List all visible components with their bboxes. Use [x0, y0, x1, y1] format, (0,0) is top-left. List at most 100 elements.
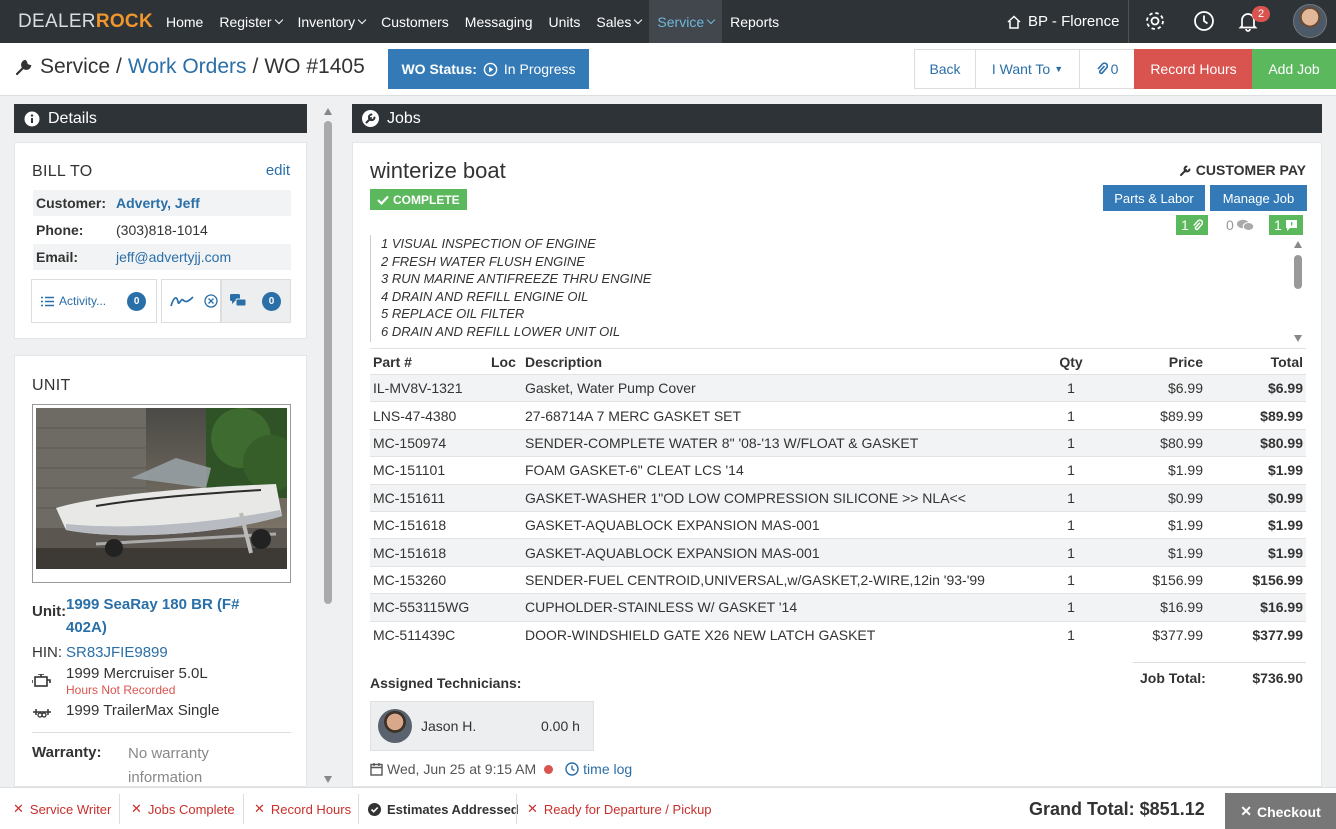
cell-part: MC-553115WG [370, 593, 488, 622]
record-hours-label: Record Hours [270, 801, 352, 817]
breadcrumb-work-orders-link[interactable]: Work Orders [128, 55, 247, 79]
nav-item-inventory[interactable]: Inventory [290, 0, 374, 43]
user-avatar[interactable] [1293, 4, 1327, 38]
checkout-button[interactable]: ✕ Checkout [1225, 793, 1336, 829]
location-selector[interactable]: BP - Florence [1006, 0, 1119, 43]
nav-item-register[interactable]: Register [211, 0, 289, 43]
edit-bill-to-link[interactable]: edit [266, 162, 290, 179]
cell-price: $377.99 [1101, 620, 1206, 649]
ready-for-departure-check[interactable]: ✕ Ready for Departure / Pickup [527, 788, 712, 829]
cell-price: $0.99 [1101, 483, 1206, 512]
cell-desc: FOAM GASKET-6" CLEAT LCS '14 [522, 456, 1041, 485]
unit-card: UNIT Unit: 1999 SeaRay 180 BR (F# 402A) … [14, 355, 307, 787]
estimates-addressed-check[interactable]: Estimates Addressed [368, 788, 519, 829]
dealerrock-logo[interactable]: DEALERROCK [0, 11, 158, 33]
jobs-complete-label: Jobs Complete [147, 801, 235, 817]
cell-total: $1.99 [1206, 456, 1306, 485]
estimates-addressed-label: Estimates Addressed [387, 801, 519, 817]
cell-desc: Gasket, Water Pump Cover [522, 373, 1041, 402]
gear-icon[interactable] [1143, 9, 1167, 33]
i-want-to-dropdown[interactable]: I Want To ▼ [975, 49, 1080, 89]
nav-item-service[interactable]: Service [649, 0, 723, 43]
notes-scroll-thumb[interactable] [1294, 255, 1302, 289]
cell-price: $6.99 [1101, 373, 1206, 402]
table-row[interactable]: MC-150974 SENDER-COMPLETE WATER 8" '08-'1… [370, 428, 1306, 457]
wo-status-button[interactable]: WO Status: In Progress [388, 49, 589, 89]
activity-button[interactable]: Activity... 0 [31, 279, 157, 323]
cell-qty: 1 [1041, 565, 1101, 594]
status-dot [544, 764, 554, 774]
technician-card[interactable]: Jason H. 0.00 h [370, 701, 594, 751]
record-hours-check[interactable]: ✕ Record Hours [254, 788, 351, 829]
nav-item-messaging[interactable]: Messaging [457, 0, 541, 43]
add-job-button[interactable]: Add Job [1252, 49, 1336, 89]
clock-icon [565, 762, 579, 776]
x-icon: ✕ [131, 801, 142, 816]
email-link[interactable]: jeff@advertyjj.com [116, 249, 231, 265]
table-row[interactable]: MC-511439C DOOR-WINDSHIELD GATE X26 NEW L… [370, 620, 1306, 649]
messages-button[interactable]: 0 [221, 279, 291, 323]
cell-price: $156.99 [1101, 565, 1206, 594]
jobs-complete-check[interactable]: ✕ Jobs Complete [131, 788, 235, 829]
left-scrollbar[interactable] [322, 104, 334, 787]
table-row[interactable]: MC-151101 FOAM GASKET-6" CLEAT LCS '14 1 $1… [370, 456, 1306, 485]
message-icon [1285, 219, 1298, 232]
job-messages-badge[interactable]: 1 [1269, 215, 1303, 235]
table-row[interactable]: MC-151618 GASKET-AQUABLOCK EXPANSION MAS-… [370, 510, 1306, 539]
cell-price: $80.99 [1101, 428, 1206, 457]
scroll-up-icon[interactable] [1294, 241, 1302, 248]
record-hours-button[interactable]: Record Hours [1134, 49, 1253, 89]
unit-photo[interactable] [32, 404, 291, 583]
breadcrumb-current-wo: WO #1405 [264, 55, 365, 78]
cell-total: $16.99 [1206, 593, 1306, 622]
manage-job-button[interactable]: Manage Job [1210, 185, 1307, 211]
chevron-down-icon [274, 15, 283, 24]
table-row[interactable]: IL-MV8V-1321 Gasket, Water Pump Cover 1 $6.… [370, 373, 1306, 402]
pay-type: CUSTOMER PAY [1179, 162, 1306, 178]
warranty-label: Warranty: [32, 744, 102, 761]
scroll-down-icon[interactable] [1294, 335, 1302, 342]
top-nav: DEALERROCK Home Register Inventory Customer… [0, 0, 1336, 43]
table-row[interactable]: MC-151618 GASKET-AQUABLOCK EXPANSION MAS-… [370, 538, 1306, 567]
cell-desc: SENDER-FUEL CENTROID,UNIVERSAL,w/GASKET,… [522, 565, 1041, 594]
customer-link[interactable]: Adverty, Jeff [116, 195, 200, 211]
nav-item-units[interactable]: Units [540, 0, 588, 43]
jobs-title: Jobs [387, 109, 421, 127]
notes-scrollbar[interactable] [1293, 239, 1303, 343]
nav-item-home[interactable]: Home [158, 0, 211, 43]
table-row[interactable]: MC-153260 SENDER-FUEL CENTROID,UNIVERSAL,… [370, 565, 1306, 594]
attachments-button[interactable]: 0 [1079, 49, 1135, 89]
nav-item-reports[interactable]: Reports [722, 0, 787, 43]
left-scroll-thumb[interactable] [324, 121, 332, 604]
signature-button[interactable] [161, 279, 221, 323]
job-note-line: 7 REPLACE OIL PLUG GASKETS [381, 341, 1292, 343]
col-part: Part # [370, 348, 488, 375]
table-row[interactable]: LNS-47-4380 27-68714A 7 MERC GASKET SET 1 $… [370, 401, 1306, 430]
job-attachments-badge[interactable]: 1 [1176, 215, 1208, 235]
job-comments-badge[interactable]: 0 [1226, 215, 1254, 235]
technician-avatar [378, 709, 412, 743]
nav-item-customers[interactable]: Customers [373, 0, 457, 43]
table-row[interactable]: MC-553115WG CUPHOLDER-STAINLESS W/ GASKET… [370, 593, 1306, 622]
cell-total: $1.99 [1206, 510, 1306, 539]
cell-loc [488, 620, 522, 649]
clock-icon[interactable] [1192, 9, 1216, 33]
cell-price: $1.99 [1101, 456, 1206, 485]
scroll-down-icon[interactable] [324, 776, 332, 783]
service-writer-check[interactable]: ✕ Service Writer [13, 788, 111, 829]
parts-table-header: Part # Loc Description Qty Price Total [370, 348, 1306, 375]
hin-link[interactable]: SR83JFIE9899 [66, 644, 168, 661]
comments-icon [230, 294, 246, 308]
unit-link[interactable]: 1999 SeaRay 180 BR (F# 402A) [66, 593, 266, 639]
scroll-up-icon[interactable] [324, 108, 332, 115]
parts-labor-button[interactable]: Parts & Labor [1103, 185, 1205, 211]
logo-text-dealer: DEALER [18, 10, 96, 32]
play-circle-icon [483, 62, 498, 77]
time-log-link[interactable]: time log [583, 761, 632, 777]
table-row[interactable]: MC-151611 GASKET-WASHER 1"OD LOW COMPRESS… [370, 483, 1306, 512]
nav-item-sales[interactable]: Sales [588, 0, 649, 43]
engine-icon [32, 674, 52, 688]
back-button[interactable]: Back [914, 49, 976, 89]
job-total-value: $736.90 [1252, 670, 1303, 686]
cell-total: $1.99 [1206, 538, 1306, 567]
